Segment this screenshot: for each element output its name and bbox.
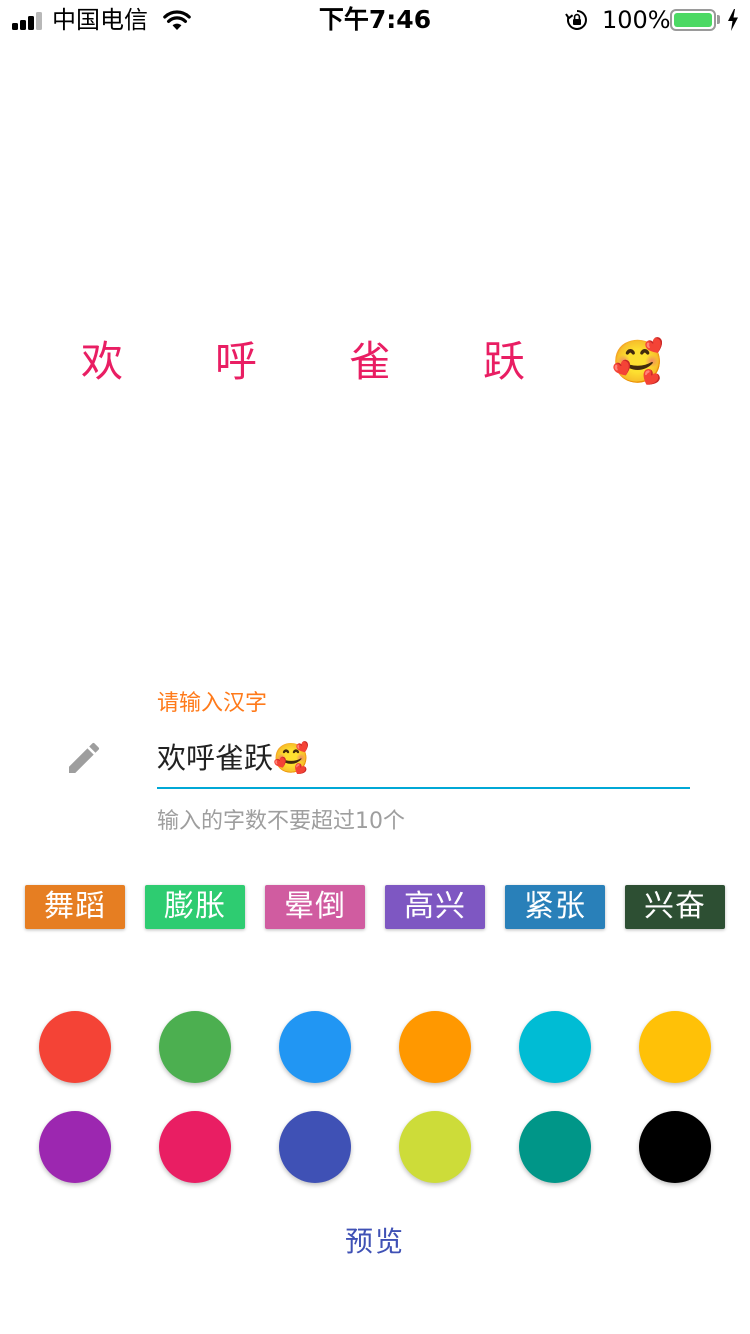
color-swatch-blue[interactable] (279, 1011, 351, 1083)
effect-button-nervous[interactable]: 紧张 (505, 885, 605, 929)
preview-char: 雀 (348, 337, 391, 386)
input-underline (157, 787, 690, 789)
preview-char: 🥰 (611, 337, 665, 386)
battery-cap (717, 15, 720, 24)
battery-percentage: 100% (602, 6, 671, 34)
color-swatch-orange[interactable] (399, 1011, 471, 1083)
color-swatch-amber[interactable] (639, 1011, 711, 1083)
effect-button-faint[interactable]: 晕倒 (265, 885, 365, 929)
pencil-icon (69, 742, 100, 773)
preview-char: 跃 (482, 337, 525, 386)
color-swatch-purple[interactable] (39, 1111, 111, 1183)
preview-button[interactable]: 预览 (300, 1216, 450, 1268)
status-bar: 中国电信 下午7:46 100% (0, 0, 750, 40)
preview-char: 欢 (80, 337, 123, 386)
battery-level (674, 13, 712, 27)
color-swatch-pink[interactable] (159, 1111, 231, 1183)
color-swatch-green[interactable] (159, 1011, 231, 1083)
battery-icon (670, 9, 716, 31)
rotation-lock-icon (565, 10, 587, 30)
input-helper-text: 输入的字数不要超过10个 (157, 809, 405, 834)
effect-button-dance[interactable]: 舞蹈 (25, 885, 125, 929)
color-swatch-red[interactable] (39, 1011, 111, 1083)
color-swatch-black[interactable] (639, 1111, 711, 1183)
color-swatch-teal[interactable] (519, 1111, 591, 1183)
charging-bolt-icon (728, 9, 738, 31)
effect-button-expand[interactable]: 膨胀 (145, 885, 245, 929)
preview-char: 呼 (214, 337, 257, 386)
effect-button-excited[interactable]: 兴奋 (625, 885, 725, 929)
color-swatch-indigo[interactable] (279, 1111, 351, 1183)
input-label: 请输入汉字 (157, 691, 268, 716)
animated-text-preview: 欢 呼 雀 跃 🥰 (0, 330, 750, 400)
color-swatch-cyan[interactable] (519, 1011, 591, 1083)
effect-button-happy[interactable]: 高兴 (385, 885, 485, 929)
color-swatch-lime[interactable] (399, 1111, 471, 1183)
chinese-text-input[interactable]: 欢呼雀跃🥰 (157, 736, 690, 780)
